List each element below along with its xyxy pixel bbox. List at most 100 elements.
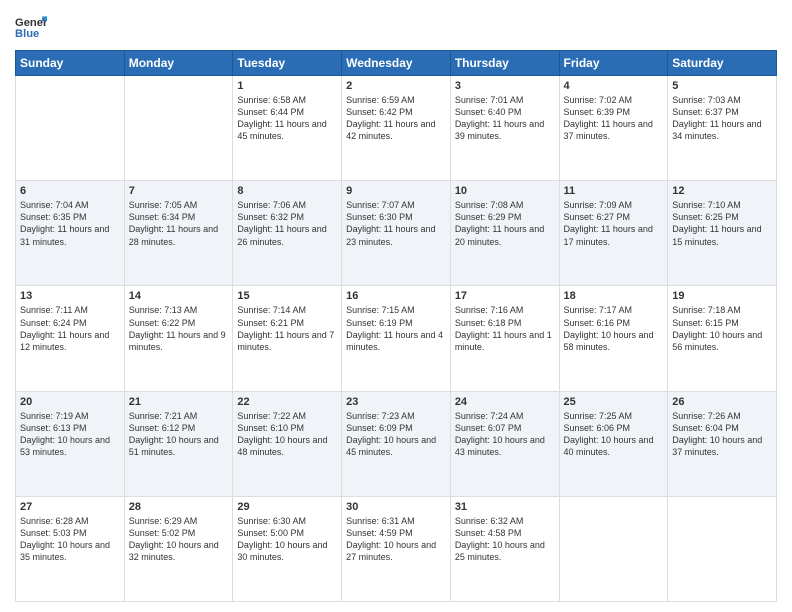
day-info: Sunrise: 7:14 AM Sunset: 6:21 PM Dayligh…: [237, 304, 337, 353]
calendar-cell: 8 Sunrise: 7:06 AM Sunset: 6:32 PM Daylig…: [233, 181, 342, 286]
day-number: 25: [564, 396, 664, 408]
svg-text:Blue: Blue: [15, 28, 39, 40]
day-info: Sunrise: 7:26 AM Sunset: 6:04 PM Dayligh…: [672, 410, 772, 459]
day-info: Sunrise: 7:23 AM Sunset: 6:09 PM Dayligh…: [346, 410, 446, 459]
day-info: Sunrise: 6:59 AM Sunset: 6:42 PM Dayligh…: [346, 94, 446, 143]
page: General Blue SundayMondayTuesdayWednesda…: [0, 0, 792, 612]
day-number: 3: [455, 80, 555, 92]
calendar-week-4: 20 Sunrise: 7:19 AM Sunset: 6:13 PM Dayli…: [16, 391, 777, 496]
calendar-cell: 30Sunrise: 6:31 AM Sunset: 4:59 PM Dayli…: [342, 496, 451, 601]
day-number: 9: [346, 185, 446, 197]
calendar-week-5: 27 Sunrise: 6:28 AM Sunset: 5:03 PM Dayli…: [16, 496, 777, 601]
calendar-cell: 1 Sunrise: 6:58 AM Sunset: 6:44 PM Daylig…: [233, 76, 342, 181]
calendar-cell: 31 Sunrise: 6:32 AM Sunset: 4:58 PM Dayli…: [450, 496, 559, 601]
calendar-cell: 12 Sunrise: 7:10 AM Sunset: 6:25 PM Dayli…: [668, 181, 777, 286]
day-number: 20: [20, 396, 120, 408]
day-info: Sunrise: 7:04 AM Sunset: 6:35 PM Dayligh…: [20, 199, 120, 248]
calendar-cell: 14 Sunrise: 7:13 AM Sunset: 6:22 PM Dayli…: [124, 286, 233, 391]
day-number: 31: [455, 501, 555, 513]
day-number: 17: [455, 290, 555, 302]
day-info: Sunrise: 6:29 AM Sunset: 5:02 PM Dayligh…: [129, 515, 229, 564]
day-info: Sunrise: 7:13 AM Sunset: 6:22 PM Dayligh…: [129, 304, 229, 353]
logo: General Blue: [15, 10, 51, 42]
calendar-cell: 18 Sunrise: 7:17 AM Sunset: 6:16 PM Dayli…: [559, 286, 668, 391]
calendar-header-sunday: Sunday: [16, 51, 125, 76]
day-info: Sunrise: 7:06 AM Sunset: 6:32 PM Dayligh…: [237, 199, 337, 248]
day-info: Sunrise: 6:32 AM Sunset: 4:58 PM Dayligh…: [455, 515, 555, 564]
day-info: Sunrise: 7:01 AM Sunset: 6:40 PM Dayligh…: [455, 94, 555, 143]
day-info: Sunrise: 7:25 AM Sunset: 6:06 PM Dayligh…: [564, 410, 664, 459]
calendar-cell: 22 Sunrise: 7:22 AM Sunset: 6:10 PM Dayli…: [233, 391, 342, 496]
day-info: Sunrise: 7:16 AM Sunset: 6:18 PM Dayligh…: [455, 304, 555, 353]
calendar-cell: 5 Sunrise: 7:03 AM Sunset: 6:37 PM Daylig…: [668, 76, 777, 181]
day-info: Sunrise: 6:58 AM Sunset: 6:44 PM Dayligh…: [237, 94, 337, 143]
calendar-header-row: SundayMondayTuesdayWednesdayThursdayFrid…: [16, 51, 777, 76]
day-number: 8: [237, 185, 337, 197]
calendar-cell: 13 Sunrise: 7:11 AM Sunset: 6:24 PM Dayli…: [16, 286, 125, 391]
calendar-header-monday: Monday: [124, 51, 233, 76]
calendar-cell: 9 Sunrise: 7:07 AM Sunset: 6:30 PM Daylig…: [342, 181, 451, 286]
day-number: 4: [564, 80, 664, 92]
day-info: Sunrise: 7:11 AM Sunset: 6:24 PM Dayligh…: [20, 304, 120, 353]
calendar-cell: 2 Sunrise: 6:59 AM Sunset: 6:42 PM Daylig…: [342, 76, 451, 181]
calendar-cell: [668, 496, 777, 601]
calendar-cell: 17 Sunrise: 7:16 AM Sunset: 6:18 PM Dayli…: [450, 286, 559, 391]
day-info: Sunrise: 7:05 AM Sunset: 6:34 PM Dayligh…: [129, 199, 229, 248]
calendar-cell: 15 Sunrise: 7:14 AM Sunset: 6:21 PM Dayli…: [233, 286, 342, 391]
day-number: 21: [129, 396, 229, 408]
day-number: 19: [672, 290, 772, 302]
day-info: Sunrise: 7:10 AM Sunset: 6:25 PM Dayligh…: [672, 199, 772, 248]
calendar-cell: 16 Sunrise: 7:15 AM Sunset: 6:19 PM Dayli…: [342, 286, 451, 391]
calendar-table: SundayMondayTuesdayWednesdayThursdayFrid…: [15, 50, 777, 602]
calendar-cell: 29 Sunrise: 6:30 AM Sunset: 5:00 PM Dayli…: [233, 496, 342, 601]
day-info: Sunrise: 7:19 AM Sunset: 6:13 PM Dayligh…: [20, 410, 120, 459]
calendar-header-tuesday: Tuesday: [233, 51, 342, 76]
day-info: Sunrise: 7:22 AM Sunset: 6:10 PM Dayligh…: [237, 410, 337, 459]
day-number: 2: [346, 80, 446, 92]
day-number: 28: [129, 501, 229, 513]
calendar-cell: [16, 76, 125, 181]
calendar-header-wednesday: Wednesday: [342, 51, 451, 76]
day-info: Sunrise: 7:21 AM Sunset: 6:12 PM Dayligh…: [129, 410, 229, 459]
day-number: 26: [672, 396, 772, 408]
calendar-cell: 7 Sunrise: 7:05 AM Sunset: 6:34 PM Daylig…: [124, 181, 233, 286]
day-info: Sunrise: 7:15 AM Sunset: 6:19 PM Dayligh…: [346, 304, 446, 353]
calendar-cell: 28 Sunrise: 6:29 AM Sunset: 5:02 PM Dayli…: [124, 496, 233, 601]
day-number: 30: [346, 501, 446, 513]
day-number: 27: [20, 501, 120, 513]
day-number: 14: [129, 290, 229, 302]
day-number: 18: [564, 290, 664, 302]
day-info: Sunrise: 7:08 AM Sunset: 6:29 PM Dayligh…: [455, 199, 555, 248]
day-number: 22: [237, 396, 337, 408]
day-info: Sunrise: 7:17 AM Sunset: 6:16 PM Dayligh…: [564, 304, 664, 353]
calendar-cell: 24Sunrise: 7:24 AM Sunset: 6:07 PM Dayli…: [450, 391, 559, 496]
day-number: 16: [346, 290, 446, 302]
day-info: Sunrise: 6:30 AM Sunset: 5:00 PM Dayligh…: [237, 515, 337, 564]
calendar-cell: 3 Sunrise: 7:01 AM Sunset: 6:40 PM Daylig…: [450, 76, 559, 181]
day-number: 29: [237, 501, 337, 513]
day-info: Sunrise: 7:03 AM Sunset: 6:37 PM Dayligh…: [672, 94, 772, 143]
day-number: 5: [672, 80, 772, 92]
calendar-cell: 25 Sunrise: 7:25 AM Sunset: 6:06 PM Dayli…: [559, 391, 668, 496]
day-number: 12: [672, 185, 772, 197]
calendar-header-thursday: Thursday: [450, 51, 559, 76]
day-info: Sunrise: 7:02 AM Sunset: 6:39 PM Dayligh…: [564, 94, 664, 143]
day-number: 23: [346, 396, 446, 408]
calendar-header-saturday: Saturday: [668, 51, 777, 76]
calendar-cell: 26 Sunrise: 7:26 AM Sunset: 6:04 PM Dayli…: [668, 391, 777, 496]
logo-icon: General Blue: [15, 10, 47, 42]
day-number: 15: [237, 290, 337, 302]
calendar-cell: 23 Sunrise: 7:23 AM Sunset: 6:09 PM Dayli…: [342, 391, 451, 496]
calendar-cell: 27 Sunrise: 6:28 AM Sunset: 5:03 PM Dayli…: [16, 496, 125, 601]
day-number: 11: [564, 185, 664, 197]
calendar-cell: 6Sunrise: 7:04 AM Sunset: 6:35 PM Daylig…: [16, 181, 125, 286]
day-number: 24: [455, 396, 555, 408]
calendar-header-friday: Friday: [559, 51, 668, 76]
day-number: 13: [20, 290, 120, 302]
day-info: Sunrise: 7:07 AM Sunset: 6:30 PM Dayligh…: [346, 199, 446, 248]
calendar-week-1: 1 Sunrise: 6:58 AM Sunset: 6:44 PM Daylig…: [16, 76, 777, 181]
day-number: 7: [129, 185, 229, 197]
day-number: 1: [237, 80, 337, 92]
calendar-cell: 19Sunrise: 7:18 AM Sunset: 6:15 PM Dayli…: [668, 286, 777, 391]
day-info: Sunrise: 6:28 AM Sunset: 5:03 PM Dayligh…: [20, 515, 120, 564]
